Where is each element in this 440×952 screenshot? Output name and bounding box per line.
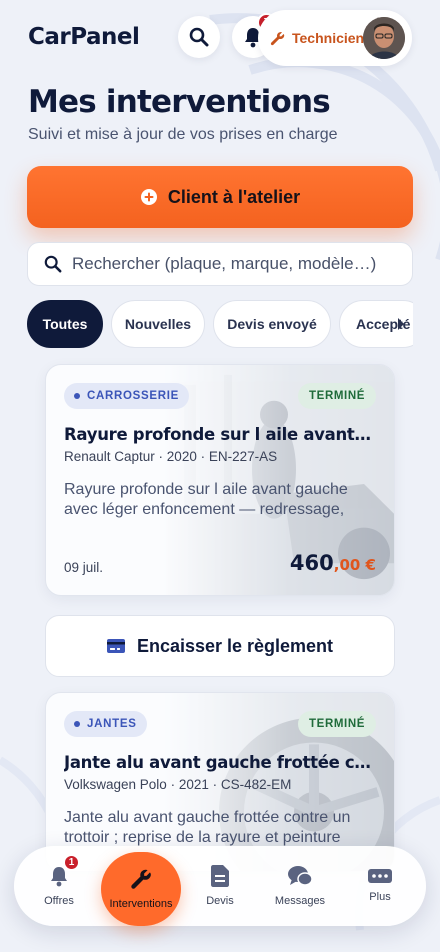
status-badge: TERMINÉ	[298, 383, 376, 409]
status-badge: TERMINÉ	[298, 711, 376, 737]
wrench-icon	[270, 31, 285, 45]
tag-dot	[74, 721, 80, 727]
card-vehicle: Renault Captur · 2020 · EN-227-AS	[64, 449, 278, 464]
filters-scroll-right[interactable]	[386, 300, 416, 348]
nav-item-messages[interactable]: Messages	[265, 846, 335, 926]
cta-label: Client à l'atelier	[167, 186, 301, 207]
page-title: Mes interventions	[28, 84, 331, 120]
nav-label: Messages	[274, 895, 326, 907]
collect-payment-button[interactable]: Encaisser le règlement	[45, 615, 395, 677]
card-vehicle: Volkswagen Polo · 2021 · CS-482-EM	[64, 777, 292, 792]
filter-new[interactable]: Nouvelles	[111, 300, 205, 348]
pay-label: Encaisser le règlement	[136, 635, 334, 656]
avatar-image	[363, 17, 405, 59]
chevron-right-icon	[398, 318, 404, 330]
nav-item-interventions[interactable]: Interventions	[101, 852, 181, 926]
price-integer: 460	[289, 551, 334, 575]
card-title: Jante alu avant gauche frottée contre un…	[64, 753, 376, 772]
role-switcher[interactable]: Technicien	[258, 10, 412, 66]
search-icon	[44, 255, 62, 273]
card-price: 460,00 €	[290, 551, 376, 575]
card-description: Rayure profonde sur l aile avant gauche …	[64, 481, 348, 518]
tag-dot	[74, 393, 80, 399]
wrench-icon	[131, 869, 151, 889]
document-icon	[211, 865, 229, 887]
card-description: Jante alu avant gauche frottée contre un…	[64, 809, 351, 846]
card-title: Rayure profonde sur l aile avant gauche	[64, 425, 376, 444]
filter-chips: Toutes Nouvelles Devis envoyé Accepté	[27, 300, 413, 350]
plus-circle-icon	[140, 189, 157, 205]
search-icon	[189, 27, 209, 47]
search-bar	[27, 242, 413, 286]
chat-icon	[288, 866, 312, 886]
card-footer: 09 juil. 460,00 €	[64, 551, 376, 575]
page-subtitle: Suivi et mise à jour de vos prises en ch…	[28, 126, 338, 143]
avatar[interactable]	[363, 17, 405, 59]
search-button[interactable]	[178, 16, 220, 58]
nav-label: Interventions	[109, 898, 173, 910]
nav-item-devis[interactable]: Devis	[185, 846, 255, 926]
filter-quote-sent[interactable]: Devis envoyé	[213, 300, 331, 348]
category-tag: JANTES	[64, 711, 147, 737]
intervention-card[interactable]: JANTES TERMINÉ Jante alu avant gauche fr…	[45, 692, 395, 872]
role-label: Technicien	[292, 30, 365, 46]
credit-card-icon	[106, 639, 125, 653]
nav-label: Offres	[44, 895, 74, 907]
price-decimal: ,00 €	[333, 556, 376, 574]
card-content: JANTES TERMINÉ Jante alu avant gauche fr…	[46, 693, 394, 871]
app-screen: CarPanel 7 Technicien	[0, 0, 440, 952]
category-tag: CARROSSERIE	[64, 383, 190, 409]
filter-all[interactable]: Toutes	[27, 300, 103, 348]
app-logo[interactable]: CarPanel	[28, 24, 140, 50]
logo-text: CarPanel	[28, 24, 140, 50]
intervention-card[interactable]: CARROSSERIE TERMINÉ Rayure profonde sur …	[45, 364, 395, 596]
nav-label: Plus	[369, 891, 391, 903]
top-bar: CarPanel 7 Technicien	[28, 10, 414, 66]
tag-label: JANTES	[87, 718, 137, 730]
nav-item-plus[interactable]: Plus	[345, 846, 415, 926]
tag-label: CARROSSERIE	[87, 390, 180, 402]
card-date: 09 juil.	[64, 560, 104, 575]
bottom-navigation: 1 Offres Interventions Devis Messages Pl…	[14, 846, 426, 926]
more-icon	[368, 869, 392, 883]
client-at-workshop-button[interactable]: Client à l'atelier	[27, 166, 413, 228]
search-input[interactable]	[72, 254, 392, 274]
nav-label: Devis	[206, 895, 234, 907]
nav-item-offres[interactable]: 1 Offres	[24, 846, 94, 926]
offres-badge: 1	[63, 854, 80, 871]
